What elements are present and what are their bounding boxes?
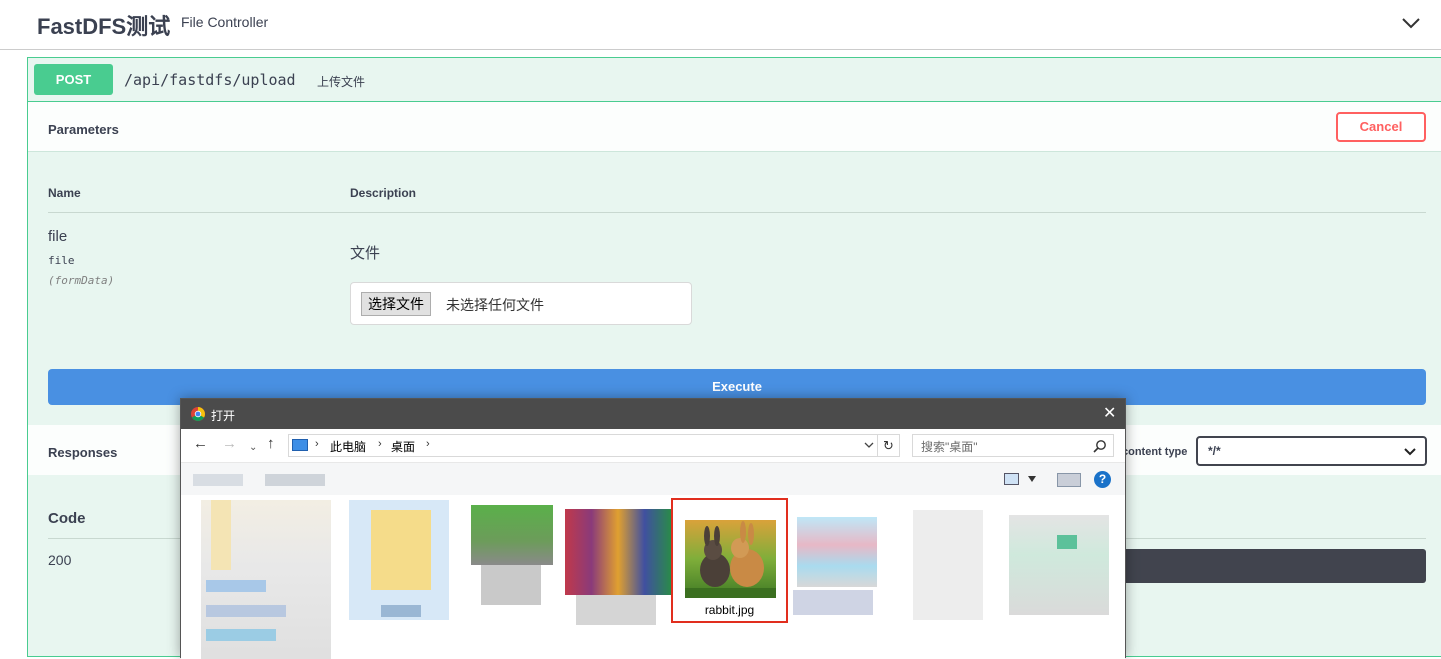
up-arrow-icon[interactable]: ↑	[267, 435, 275, 453]
breadcrumb-this-pc[interactable]: 此电脑	[330, 438, 366, 455]
column-header-description: Description	[350, 186, 417, 200]
chrome-icon	[191, 407, 205, 421]
blurred-file-item	[576, 595, 656, 625]
chevron-down-icon[interactable]	[1028, 476, 1036, 482]
parameters-header: Parameters Cancel	[28, 102, 1441, 152]
refresh-icon[interactable]: ↻	[878, 434, 900, 457]
chevron-down-icon[interactable]	[864, 439, 874, 451]
search-placeholder: 搜索"桌面"	[921, 440, 978, 454]
divider	[48, 212, 1426, 213]
close-icon[interactable]: ✕	[1103, 406, 1116, 422]
breadcrumb-desktop[interactable]: 桌面	[391, 438, 415, 455]
parameter-type: file	[48, 254, 75, 267]
file-open-dialog: 打开 ✕ ← → ⌄ ↑ › 此电脑 › 桌面 › ↻ 搜索"桌面" ? rab…	[180, 398, 1126, 659]
computer-icon	[292, 439, 308, 451]
operation-path: /api/fastdfs/upload	[124, 71, 296, 89]
parameter-location: (formData)	[48, 274, 115, 287]
blurred-file-item[interactable]	[913, 510, 983, 620]
blurred-file-item[interactable]	[565, 509, 671, 595]
responses-title: Responses	[48, 445, 118, 460]
chevron-down-icon	[1404, 448, 1416, 456]
tag-description: File Controller	[181, 14, 269, 30]
forward-arrow-icon[interactable]: →	[222, 435, 237, 453]
chevron-right-icon: ›	[426, 438, 430, 450]
address-bar[interactable]: › 此电脑 › 桌面 ›	[288, 434, 878, 457]
search-input[interactable]: 搜索"桌面"	[912, 434, 1114, 457]
toolbar-button-blurred[interactable]	[193, 474, 243, 486]
dialog-titlebar[interactable]: 打开 ✕	[181, 399, 1125, 429]
content-type-label: content type	[1122, 446, 1188, 458]
code-column-header: Code	[48, 510, 86, 527]
operation-summary[interactable]: POST /api/fastdfs/upload 上传文件	[28, 58, 1441, 102]
file-list[interactable]: rabbit.jpg	[181, 495, 1125, 659]
file-name: rabbit.jpg	[704, 603, 755, 617]
operation-summary-text: 上传文件	[317, 75, 366, 89]
parameter-description: 文件	[350, 245, 381, 262]
blurred-file-item	[206, 580, 266, 592]
parameter-name: file	[48, 228, 68, 245]
parameters-title: Parameters	[48, 122, 119, 137]
blurred-file-item	[381, 605, 421, 617]
dialog-toolbar: ?	[181, 462, 1125, 495]
chevron-down-icon[interactable]	[1400, 12, 1422, 34]
tag-header[interactable]: FastDFS测试 File Controller	[0, 0, 1441, 50]
dialog-nav-bar: ← → ⌄ ↑ › 此电脑 › 桌面 › ↻ 搜索"桌面"	[181, 429, 1125, 462]
content-type-select[interactable]: */*	[1196, 436, 1427, 466]
selected-file-item[interactable]: rabbit.jpg	[671, 498, 788, 623]
blurred-file-item[interactable]	[471, 505, 553, 565]
recent-locations-icon[interactable]: ⌄	[249, 439, 257, 457]
help-icon[interactable]: ?	[1094, 471, 1111, 488]
blurred-file-item[interactable]	[797, 517, 877, 587]
toolbar-button-blurred[interactable]	[265, 474, 325, 486]
blurred-file-item	[793, 590, 873, 615]
response-example-box	[1123, 549, 1426, 583]
blurred-file-item	[211, 500, 231, 570]
column-header-name: Name	[48, 186, 81, 200]
chevron-right-icon: ›	[315, 438, 319, 450]
choose-file-button[interactable]: 选择文件	[361, 292, 431, 316]
tag-title: FastDFS测试	[37, 14, 171, 39]
method-badge: POST	[34, 64, 113, 95]
dialog-title: 打开	[211, 409, 236, 423]
blurred-file-item[interactable]	[1009, 515, 1109, 615]
response-code: 200	[48, 552, 72, 568]
chevron-right-icon: ›	[378, 438, 382, 450]
blurred-file-item	[481, 565, 541, 605]
blurred-file-item	[206, 605, 286, 617]
file-status: 未选择任何文件	[446, 297, 544, 313]
cancel-button[interactable]: Cancel	[1336, 112, 1426, 142]
rabbit-image-thumbnail	[685, 520, 776, 598]
blurred-file-item	[206, 629, 276, 641]
view-mode-icon[interactable]	[1004, 473, 1019, 485]
file-input[interactable]: 选择文件 未选择任何文件	[350, 282, 692, 325]
search-icon	[1093, 440, 1106, 453]
blurred-file-item	[371, 510, 431, 590]
preview-pane-icon[interactable]	[1057, 473, 1081, 487]
blurred-file-item	[1057, 535, 1077, 549]
content-type-value: */*	[1208, 444, 1221, 458]
back-arrow-icon[interactable]: ←	[193, 435, 208, 453]
